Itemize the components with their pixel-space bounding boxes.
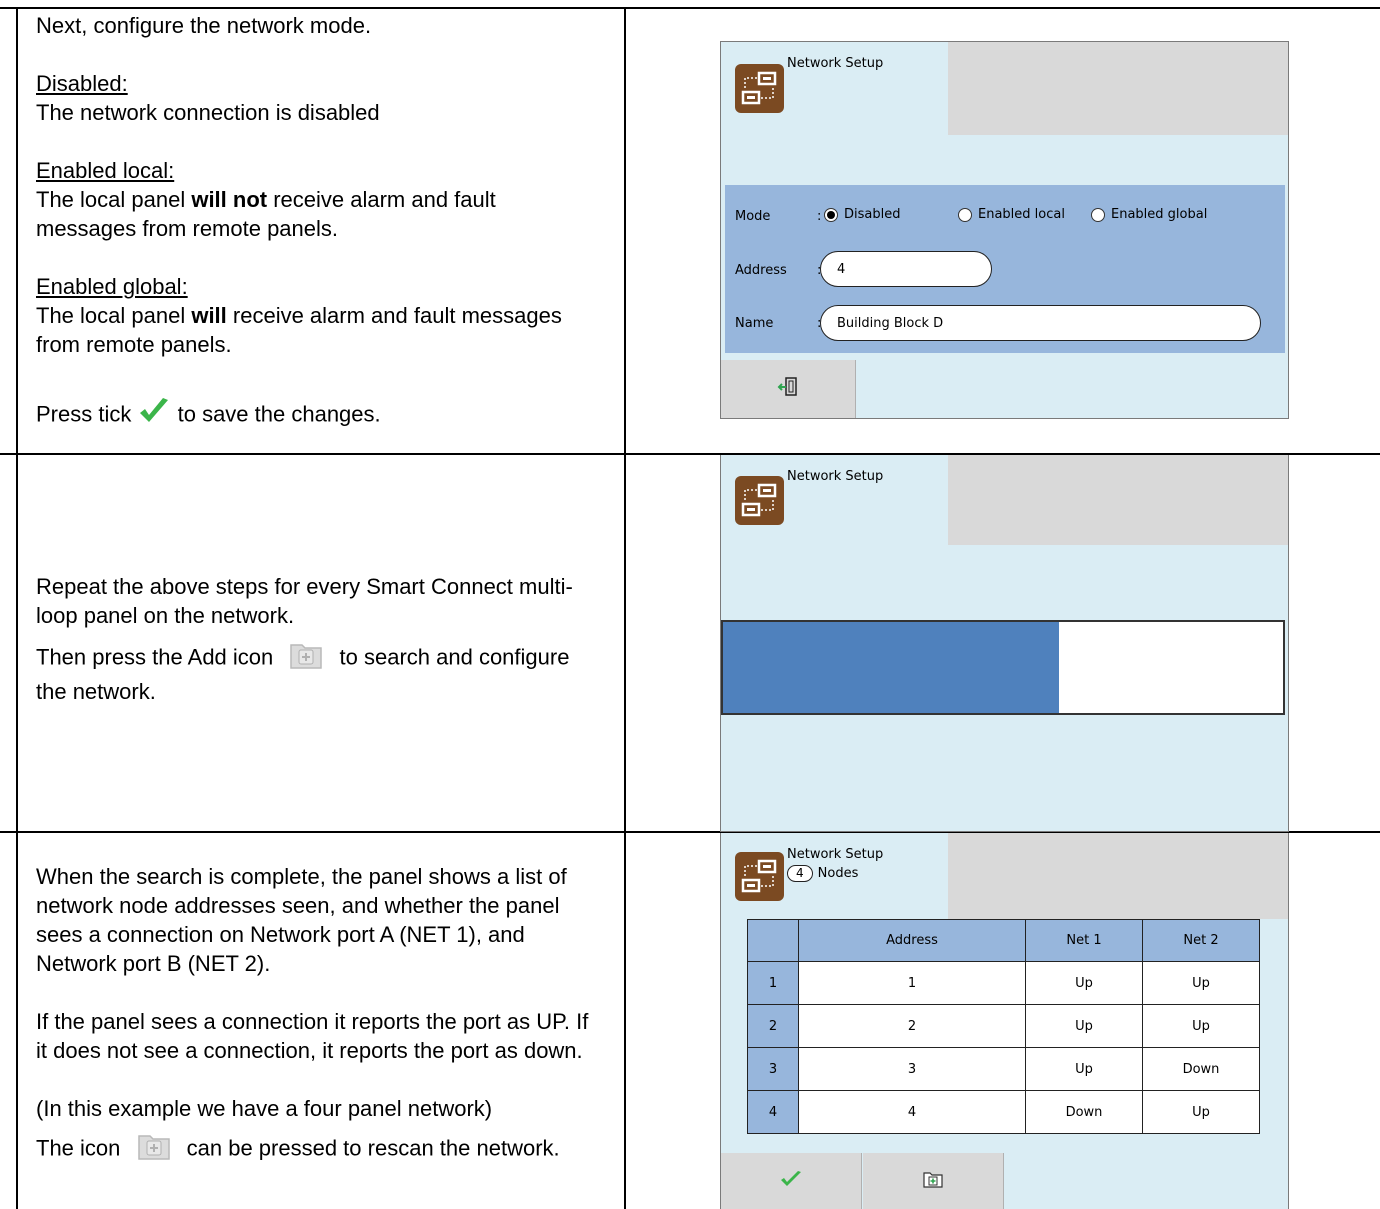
name-label: Name <box>735 316 774 331</box>
row-index: 2 <box>747 1004 799 1048</box>
local-text-line1: The local panel will not receive alarm a… <box>36 187 496 212</box>
rescan-instruction: The icon can be pressed to rescan the ne… <box>36 1131 588 1168</box>
row2-text: Repeat the above steps for every Smart C… <box>36 572 573 706</box>
address-label: Address <box>735 263 787 278</box>
save-instruction: Press tick to save the changes. <box>36 396 562 435</box>
row1-text: Next, configure the network mode. Disabl… <box>36 11 562 435</box>
table-row[interactable]: 1 1 Up Up <box>747 961 1260 1005</box>
global-heading: Enabled global: <box>36 274 188 299</box>
search-progress-bar <box>721 620 1285 715</box>
mode-colon: : <box>817 209 822 224</box>
row-index: 4 <box>747 1090 799 1134</box>
network-setup-icon <box>735 476 784 525</box>
column-header-net1: Net 1 <box>1025 919 1143 962</box>
cell-net1: Up <box>1025 1047 1143 1091</box>
global-text-line1: The local panel will receive alarm and f… <box>36 303 562 328</box>
column-divider <box>624 7 626 1209</box>
save-tick-button[interactable] <box>721 1153 862 1209</box>
cell-address: 4 <box>798 1090 1026 1134</box>
cell-address: 1 <box>798 961 1026 1005</box>
cell-address: 2 <box>798 1004 1026 1048</box>
tick-icon <box>137 396 171 435</box>
table-row[interactable]: 3 3 Up Down <box>747 1047 1260 1091</box>
node-count: 4 <box>787 865 813 882</box>
table-row[interactable]: 2 2 Up Up <box>747 1004 1260 1048</box>
disabled-heading: Disabled: <box>36 71 128 96</box>
repeat-line2: loop panel on the network. <box>36 603 295 628</box>
network-setup-icon <box>735 64 784 113</box>
cell-net2: Up <box>1142 1090 1260 1134</box>
cell-net2: Up <box>1142 961 1260 1005</box>
local-text-line2: messages from remote panels. <box>36 216 339 241</box>
cell-address: 3 <box>798 1047 1026 1091</box>
tick-icon <box>779 1169 803 1193</box>
port-status-line1: If the panel sees a connection it report… <box>36 1009 589 1034</box>
add-folder-icon <box>137 1131 171 1168</box>
column-header-net2: Net 2 <box>1142 919 1260 962</box>
radio-icon <box>1091 207 1105 222</box>
search-complete-line3: sees a connection on Network port A (NET… <box>36 922 525 947</box>
info-panel <box>948 42 1288 135</box>
table-top-border <box>0 7 1380 9</box>
row-index: 1 <box>747 961 799 1005</box>
mode-option-enabled-global[interactable]: Enabled global <box>1091 207 1207 222</box>
cell-net1: Up <box>1025 961 1143 1005</box>
repeat-line1: Repeat the above steps for every Smart C… <box>36 574 573 599</box>
node-table: Address Net 1 Net 2 1 1 Up Up 2 2 Up Up … <box>747 919 1260 1134</box>
mode-label: Mode <box>735 209 771 224</box>
global-text-line2: from remote panels. <box>36 332 232 357</box>
table-row[interactable]: 4 4 Down Up <box>747 1090 1260 1134</box>
radio-icon <box>958 207 972 222</box>
exit-button[interactable] <box>721 360 856 418</box>
local-heading: Enabled local: <box>36 158 175 183</box>
network-setup-icon <box>735 852 784 901</box>
cell-net1: Up <box>1025 1004 1143 1048</box>
name-field[interactable]: Building Block D <box>820 305 1261 341</box>
mode-option-disabled[interactable]: Disabled <box>824 207 900 222</box>
nodes-label: Nodes <box>817 866 859 881</box>
column-header-address: Address <box>798 919 1026 962</box>
screen-title: Network Setup <box>787 56 884 71</box>
network-form: Mode : Disabled Enabled local Enabled gl… <box>725 185 1285 353</box>
cell-net1: Down <box>1025 1090 1143 1134</box>
network-setup-screen-nodes: Network Setup 4 Nodes Address Net 1 Net … <box>720 833 1289 1209</box>
mode-option-enabled-local[interactable]: Enabled local <box>958 207 1065 222</box>
left-border <box>16 7 18 1209</box>
column-header-index <box>747 919 799 962</box>
row-index: 3 <box>747 1047 799 1091</box>
network-setup-screen-mode: Network Setup Mode : Disabled Enabled lo… <box>720 41 1289 419</box>
network-setup-screen-search: Network Setup <box>720 455 1289 832</box>
disabled-text: The network connection is disabled <box>36 100 380 125</box>
screen-title: Network Setup <box>787 847 884 862</box>
address-field[interactable]: 4 <box>820 251 992 287</box>
search-complete-line4: Network port B (NET 2). <box>36 951 271 976</box>
row3-text: When the search is complete, the panel s… <box>36 862 588 1168</box>
cell-net2: Down <box>1142 1047 1260 1091</box>
rescan-add-button[interactable] <box>863 1153 1004 1209</box>
add-instruction-line2: the network. <box>36 679 156 704</box>
add-folder-icon <box>289 640 323 677</box>
radio-selected-icon <box>824 207 838 222</box>
search-progress-fill <box>723 622 1059 713</box>
port-status-line2: it does not see a connection, it reports… <box>36 1038 583 1063</box>
intro-text: Next, configure the network mode. <box>36 13 372 38</box>
info-panel <box>948 833 1288 919</box>
exit-icon <box>777 376 799 402</box>
add-instruction: Then press the Add icon to search and co… <box>36 640 573 677</box>
table-header-row: Address Net 1 Net 2 <box>747 919 1260 962</box>
search-complete-line1: When the search is complete, the panel s… <box>36 864 567 889</box>
search-complete-line2: network node addresses seen, and whether… <box>36 893 560 918</box>
screen-title: Network Setup <box>787 469 884 484</box>
info-panel <box>948 455 1288 545</box>
example-note: (In this example we have a four panel ne… <box>36 1096 493 1121</box>
cell-net2: Up <box>1142 1004 1260 1048</box>
add-folder-icon <box>923 1170 943 1192</box>
node-count-badge: 4 Nodes <box>787 865 858 882</box>
